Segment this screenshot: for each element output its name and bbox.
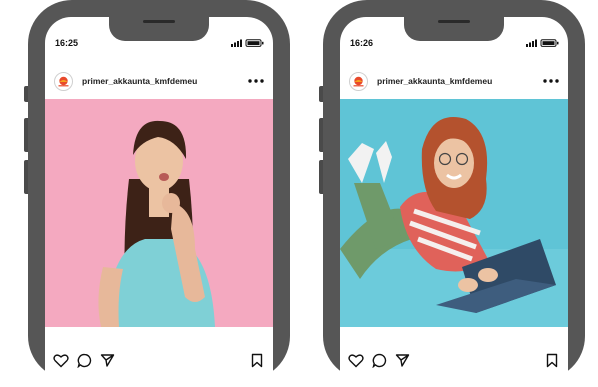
speaker: [143, 20, 175, 23]
phone-mockup-2: 16:26 primer_akkaunta_kmfdemeu: [319, 0, 585, 387]
logo-icon: [353, 76, 364, 87]
woman-thinking-image: [45, 99, 273, 327]
post-photo[interactable]: [340, 99, 568, 327]
speaker: [438, 20, 470, 23]
username[interactable]: primer_akkaunta_kmfdemeu: [377, 76, 492, 86]
share-icon[interactable]: [100, 353, 115, 368]
status-icons: [231, 39, 264, 47]
avatar[interactable]: [54, 72, 73, 91]
status-time: 16:25: [55, 38, 79, 48]
battery-icon: [540, 39, 559, 47]
more-options-icon[interactable]: [542, 77, 560, 85]
more-options-icon[interactable]: [247, 77, 265, 85]
bookmark-icon[interactable]: [251, 353, 263, 368]
signal-icon: [231, 39, 242, 47]
bookmark-icon[interactable]: [546, 353, 558, 368]
comment-icon[interactable]: [77, 353, 92, 368]
post-header: primer_akkaunta_kmfdemeu: [340, 70, 568, 94]
heart-icon[interactable]: [53, 353, 69, 368]
notch: [404, 17, 504, 41]
phone-screen: 16:26 primer_akkaunta_kmfdemeu: [340, 17, 568, 387]
phone-screen: 16:25 primer_akkaunta_kmfdemeu: [45, 17, 273, 387]
avatar[interactable]: [349, 72, 368, 91]
post-actions: [45, 351, 273, 371]
username[interactable]: primer_akkaunta_kmfdemeu: [82, 76, 197, 86]
woman-with-laptop-image: [340, 99, 568, 327]
status-time: 16:26: [350, 38, 374, 48]
post-header: primer_akkaunta_kmfdemeu: [45, 70, 273, 94]
notch: [109, 17, 209, 41]
status-icons: [526, 39, 559, 47]
battery-icon: [245, 39, 264, 47]
signal-icon: [526, 39, 537, 47]
logo-icon: [58, 76, 69, 87]
share-icon[interactable]: [395, 353, 410, 368]
phone-mockup-1: 16:25 primer_akkaunta_kmfdemeu: [24, 0, 290, 387]
post-photo[interactable]: [45, 99, 273, 327]
comment-icon[interactable]: [372, 353, 387, 368]
heart-icon[interactable]: [348, 353, 364, 368]
post-actions: [340, 351, 568, 371]
